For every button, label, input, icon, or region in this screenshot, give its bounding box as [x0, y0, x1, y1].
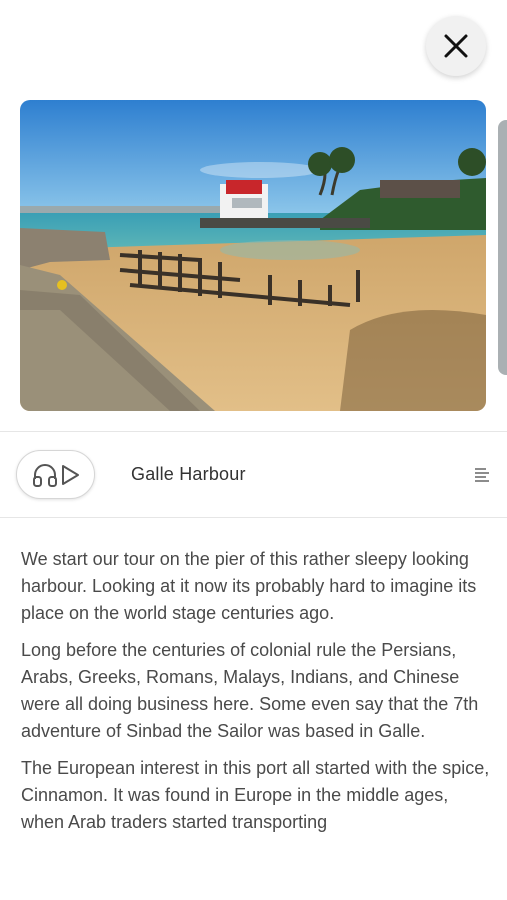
divider-top — [0, 431, 507, 432]
divider-bottom — [0, 517, 507, 518]
text-align-icon[interactable] — [474, 467, 490, 483]
stop-title: Galle Harbour — [131, 464, 246, 484]
next-photo-preview[interactable] — [498, 120, 507, 375]
play-icon — [61, 464, 79, 485]
harbour-photo — [20, 100, 486, 411]
paragraph: The European interest in this port all s… — [21, 758, 490, 832]
article-body: We start our tour on the pier of this ra… — [21, 546, 491, 846]
close-icon — [444, 34, 468, 58]
photo-carousel[interactable] — [0, 100, 507, 412]
paragraph: We start our tour on the pier of this ra… — [21, 549, 477, 623]
headphones-icon — [32, 463, 57, 487]
audio-play-button[interactable] — [16, 450, 95, 499]
paragraph: Long before the centuries of colonial ru… — [21, 640, 479, 741]
close-button[interactable] — [426, 16, 486, 76]
